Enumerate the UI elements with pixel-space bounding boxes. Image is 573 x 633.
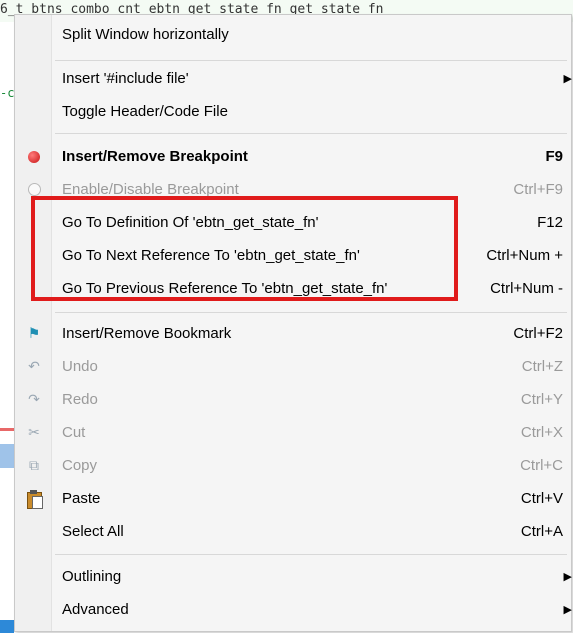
menu-item-go-to-definition[interactable]: Go To Definition Of 'ebtn_get_state_fn' … (15, 206, 571, 239)
menu-item-shortcut: F12 (537, 214, 563, 231)
menu-item-label: Split Window horizontally (62, 26, 229, 43)
redo-icon: ↷ (28, 391, 40, 407)
menu-item-shortcut: Ctrl+Z (521, 358, 563, 375)
submenu-arrow-icon: ▶ (563, 604, 572, 616)
menu-item-redo[interactable]: ↷ Redo Ctrl+Y (15, 383, 571, 416)
menu-item-undo[interactable]: ↶ Undo Ctrl+Z (15, 350, 571, 383)
menu-item-split-window[interactable]: Split Window horizontally (15, 18, 571, 51)
breakpoint-icon (25, 148, 43, 166)
editor-marker-blue-bottom (0, 620, 14, 633)
editor-marker-red (0, 428, 14, 431)
menu-item-shortcut: Ctrl+X (520, 424, 563, 441)
menu-separator (55, 60, 567, 61)
menu-item-copy[interactable]: ⧉ Copy Ctrl+C (15, 449, 571, 482)
menu-item-go-to-previous-reference[interactable]: Go To Previous Reference To 'ebtn_get_st… (15, 272, 571, 305)
menu-item-shortcut: F9 (545, 148, 563, 165)
editor-fragment: -c (0, 86, 15, 100)
menu-item-label: Insert '#include file' (62, 70, 189, 87)
menu-item-shortcut: Ctrl+F2 (513, 325, 563, 342)
menu-item-toggle-header-code[interactable]: Toggle Header/Code File (15, 95, 571, 128)
menu-item-label: Go To Previous Reference To 'ebtn_get_st… (62, 280, 388, 297)
menu-item-shortcut: Ctrl+Num - (490, 280, 563, 297)
menu-item-advanced[interactable]: Advanced ▶ (15, 593, 572, 626)
menu-item-label: Outlining (62, 568, 122, 585)
menu-item-paste[interactable]: Paste Ctrl+V (15, 482, 571, 515)
menu-item-label: Cut (62, 424, 86, 441)
menu-item-insert-remove-bookmark[interactable]: ⚑ Insert/Remove Bookmark Ctrl+F2 (15, 317, 571, 350)
menu-item-select-all[interactable]: Select All Ctrl+A (15, 515, 571, 548)
context-menu: Split Window horizontally Insert '#inclu… (14, 14, 572, 632)
menu-item-outlining[interactable]: Outlining ▶ (15, 560, 572, 593)
menu-item-label: Toggle Header/Code File (62, 103, 228, 120)
menu-item-label: Go To Definition Of 'ebtn_get_state_fn' (62, 214, 319, 231)
menu-item-label: Go To Next Reference To 'ebtn_get_state_… (62, 247, 360, 264)
copy-icon: ⧉ (29, 457, 39, 473)
menu-item-label: Copy (62, 457, 98, 474)
menu-item-label: Insert/Remove Breakpoint (62, 148, 248, 165)
menu-item-label: Paste (62, 490, 101, 507)
menu-item-go-to-next-reference[interactable]: Go To Next Reference To 'ebtn_get_state_… (15, 239, 571, 272)
menu-item-shortcut: Ctrl+A (520, 523, 563, 540)
menu-separator (55, 133, 567, 134)
menu-item-shortcut: Ctrl+C (520, 457, 563, 474)
menu-item-enable-disable-breakpoint[interactable]: Enable/Disable Breakpoint Ctrl+F9 (15, 173, 571, 206)
menu-item-shortcut: Ctrl+Y (520, 391, 563, 408)
submenu-arrow-icon: ▶ (563, 571, 572, 583)
submenu-arrow-icon: ▶ (563, 73, 572, 85)
menu-item-label: Select All (62, 523, 124, 540)
breakpoint-disabled-icon (25, 181, 43, 199)
menu-item-insert-include[interactable]: Insert '#include file' ▶ (15, 62, 572, 95)
menu-item-label: Undo (62, 358, 98, 375)
editor-marker-blue (0, 444, 14, 468)
menu-item-label: Redo (62, 391, 98, 408)
menu-item-shortcut: Ctrl+F9 (513, 181, 563, 198)
paste-icon (25, 490, 43, 509)
menu-item-label: Enable/Disable Breakpoint (62, 181, 239, 198)
menu-item-shortcut: Ctrl+Num + (486, 247, 563, 264)
bookmark-flag-icon: ⚑ (27, 325, 41, 341)
menu-item-label: Insert/Remove Bookmark (62, 325, 232, 342)
menu-item-insert-remove-breakpoint[interactable]: Insert/Remove Breakpoint F9 (15, 140, 571, 173)
menu-item-shortcut: Ctrl+V (520, 490, 563, 507)
menu-item-label: Advanced (62, 601, 129, 618)
menu-separator (55, 312, 567, 313)
undo-icon: ↶ (28, 358, 40, 374)
menu-item-cut[interactable]: ✂ Cut Ctrl+X (15, 416, 571, 449)
menu-separator (55, 554, 567, 555)
cut-icon: ✂ (28, 424, 40, 440)
